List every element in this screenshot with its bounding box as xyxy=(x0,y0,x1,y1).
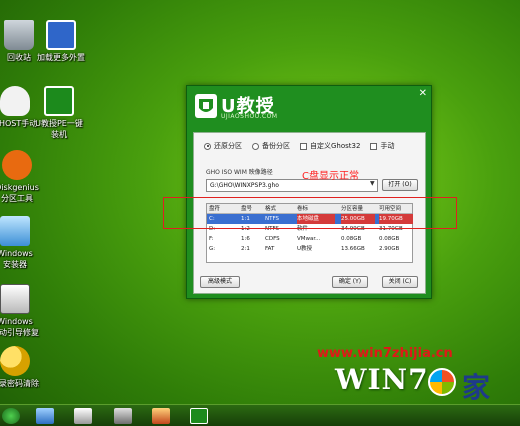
checkbox-icon[interactable] xyxy=(370,142,378,150)
start-orb-icon[interactable] xyxy=(2,408,20,424)
desktop-icon-windows-installer[interactable]: Windows 安装器 xyxy=(0,216,50,270)
table-cell: 2.90GB xyxy=(379,246,400,252)
computer-icon[interactable] xyxy=(36,408,54,424)
desktop-icon-label: Windows 启动引导修复 xyxy=(0,317,39,337)
advanced-mode-button[interactable]: 高级模式 xyxy=(200,276,240,288)
desktop-icon-label: U教授PE一键 装机 xyxy=(35,119,83,139)
table-cell: 1:6 xyxy=(241,236,250,242)
table-cell: G: xyxy=(209,246,216,252)
radio-selected-icon[interactable] xyxy=(204,142,211,150)
window-close-icon[interactable]: ✕ xyxy=(419,89,427,99)
password-key-icon xyxy=(0,346,30,376)
table-cell: 0.08GB xyxy=(341,236,362,242)
media-icon[interactable] xyxy=(152,408,170,424)
ujiaoshou-logo-icon xyxy=(195,94,217,118)
ok-button[interactable]: 确定 (Y) xyxy=(332,276,368,288)
checkbox-icon[interactable] xyxy=(300,142,307,150)
watermark-url: www.win7zhijia.cn xyxy=(317,346,453,361)
ujiaoshou-pe-icon xyxy=(44,86,74,116)
table-cell: FAT xyxy=(265,246,275,252)
desktop-icon-label: 加载更多外置 xyxy=(37,53,85,62)
annotation-text: C盘显示正常 xyxy=(302,171,359,182)
windows-orb-icon xyxy=(428,368,456,396)
table-cell: 13.66GB xyxy=(341,246,365,252)
table-cell: 2:1 xyxy=(241,246,250,252)
boot-repair-icon xyxy=(0,284,30,314)
table-row[interactable]: F: 1:6 CDFS VMwar... 0.08GB 0.08GB xyxy=(207,234,412,244)
ujiaoshou-install-window: ✕ U教授 UJIAOSHOU.COM 还原分区 备份分区 自定义Ghost32 xyxy=(186,85,432,299)
desktop-icon-label: 登录密码清除 xyxy=(0,379,39,388)
open-button[interactable]: 打开 (O) xyxy=(382,179,418,191)
chevron-down-icon[interactable]: ▼ xyxy=(370,180,375,187)
desktop-icon-extension[interactable]: 加载更多外置 xyxy=(26,20,96,63)
drive-icon[interactable] xyxy=(114,408,132,424)
logo-subtitle: UJIAOSHOU.COM xyxy=(221,113,278,120)
diskgenius-icon xyxy=(2,150,32,180)
table-cell: 0.08GB xyxy=(379,236,400,242)
option-label: 备份分区 xyxy=(262,142,290,150)
desktop-icon-label: Diskgenius 分区工具 xyxy=(0,183,39,203)
option-backup-partition[interactable]: 备份分区 xyxy=(252,141,290,151)
desktop-icon-diskgenius[interactable]: Diskgenius 分区工具 xyxy=(0,150,52,204)
option-restore-partition[interactable]: 还原分区 xyxy=(204,141,242,151)
desktop-icon-password-clear[interactable]: 登录密码清除 xyxy=(0,346,50,389)
annotation-highlight-box xyxy=(163,197,457,229)
printer-icon[interactable] xyxy=(74,408,92,424)
table-cell: U教授 xyxy=(297,246,313,252)
option-label: 手动 xyxy=(380,142,395,150)
table-cell: VMwar... xyxy=(297,236,321,242)
option-label: 自定义Ghost32 xyxy=(310,142,361,150)
watermark-logo-text: WIN7 xyxy=(335,363,429,396)
ujiaoshou-taskbar-icon[interactable] xyxy=(190,408,208,424)
table-cell: CDFS xyxy=(265,236,280,242)
option-custom-ghost32[interactable]: 自定义Ghost32 xyxy=(300,141,360,151)
radio-icon[interactable] xyxy=(252,142,259,150)
desktop-icon-label: Windows 安装器 xyxy=(0,249,33,269)
watermark-logo-suffix: 家 xyxy=(462,371,491,404)
mode-options: 还原分区 备份分区 自定义Ghost32 手动 xyxy=(204,141,394,151)
taskbar xyxy=(0,404,520,426)
windows-installer-icon xyxy=(0,216,30,246)
table-row[interactable]: G: 2:1 FAT U教授 13.66GB 2.90GB xyxy=(207,244,412,254)
extension-icon xyxy=(46,20,76,50)
image-path-label: GHO ISO WIM 映像路径 xyxy=(206,169,273,176)
table-cell: F: xyxy=(209,236,214,242)
desktop-icon-boot-repair[interactable]: Windows 启动引导修复 xyxy=(0,284,50,338)
close-button[interactable]: 关闭 (C) xyxy=(382,276,418,288)
option-label: 还原分区 xyxy=(214,142,242,150)
option-manual[interactable]: 手动 xyxy=(370,141,394,151)
desktop-icon-pe-install[interactable]: U教授PE一键 装机 xyxy=(24,86,94,140)
